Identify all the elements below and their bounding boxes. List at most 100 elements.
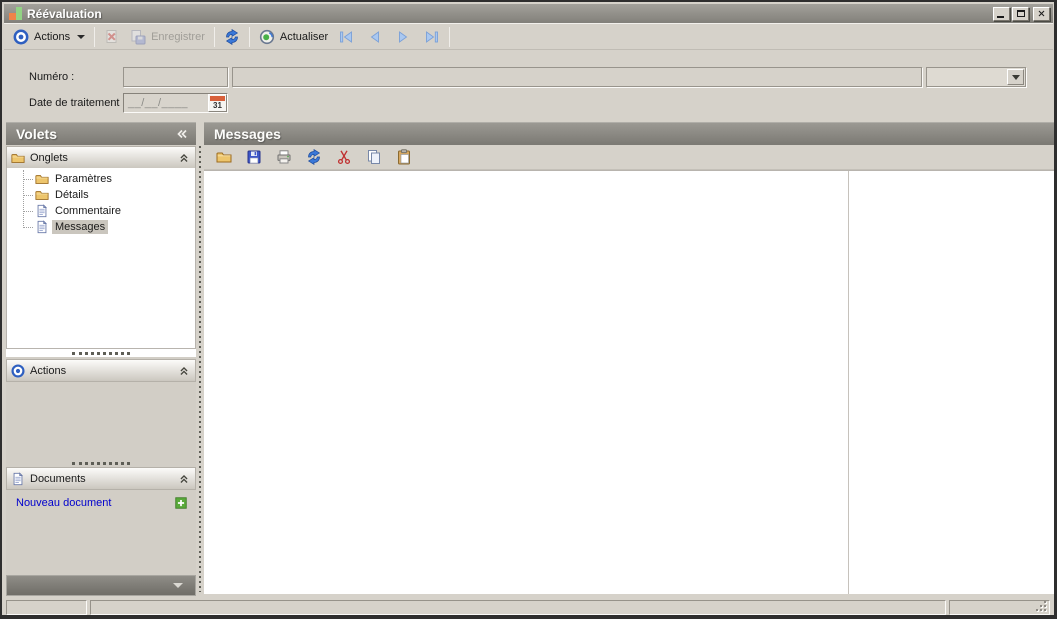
copy-button[interactable] [364,147,384,167]
status-cell-left [6,600,87,615]
actions-menu-label: Actions [34,30,71,43]
save-icon [130,29,146,45]
refresh-icon [224,29,240,45]
collapse-sidebar-icon[interactable] [174,126,190,142]
messages-panel-header: Messages [204,122,1054,145]
numero-description-input[interactable] [232,67,922,87]
combobox-dropdown-button[interactable] [1007,69,1024,85]
record-header-form: Numéro : Date de traitement : __/__/____… [4,51,1053,118]
status-bar [4,599,1053,615]
resize-grip[interactable] [1036,601,1047,612]
volets-panel-header: Volets [6,122,196,145]
document-icon [35,204,49,218]
maximize-button[interactable] [1012,6,1029,21]
new-document-link[interactable]: Nouveau document [16,497,111,509]
onglets-tree: Paramètres Détails Commentaire Messages [6,168,196,349]
tree-item-label-selected: Messages [52,220,109,234]
nav-first-button[interactable] [333,25,361,48]
volets-sidebar: Volets Onglets Paramètres Détails Commen… [6,122,196,596]
combobox-value [927,68,1006,86]
minimize-icon [997,15,1004,18]
collapsed-panel-bar[interactable] [6,575,196,596]
calendar-icon [210,96,225,101]
tree-item-details[interactable]: Détails [7,187,195,203]
window-title: Réévaluation [27,6,102,21]
section-header-documents[interactable]: Documents [6,467,196,490]
date-mask: __/__/____ [128,97,189,109]
documents-section-label: Documents [30,472,86,485]
toolbar-separator [449,26,451,47]
close-button[interactable] [1033,6,1050,21]
main-toolbar: Actions Enregistrer Actualiser [4,23,1053,50]
delete-icon [104,29,120,45]
panel-splitter[interactable] [198,146,201,592]
tree-item-parametres[interactable]: Paramètres [7,171,195,187]
refresh-icon [306,149,322,165]
folder-icon [11,151,25,165]
header-combobox[interactable] [926,67,1026,87]
numero-label: Numéro : [29,71,75,83]
numero-input[interactable] [123,67,228,87]
content-column-divider [848,171,849,594]
collapse-section-icon[interactable] [177,472,191,486]
minimize-button[interactable] [993,6,1010,21]
actualiser-icon [259,29,275,45]
save-button[interactable] [244,147,264,167]
target-icon [13,29,29,45]
actions-section-label: Actions [30,364,67,377]
nav-first-icon [338,29,356,45]
nav-previous-button[interactable] [361,25,389,48]
tree-item-messages[interactable]: Messages [7,219,195,235]
collapse-section-icon[interactable] [177,151,191,165]
nav-previous-icon [366,29,384,45]
actualiser-button[interactable]: Actualiser [254,25,333,48]
tree-item-commentaire[interactable]: Commentaire [7,203,195,219]
maximize-icon [1016,10,1025,17]
actualiser-label: Actualiser [279,30,329,43]
target-icon [11,364,25,378]
tree-item-label: Détails [55,189,89,201]
messages-title: Messages [214,126,281,142]
nav-next-icon [394,29,412,45]
collapse-section-icon[interactable] [177,364,191,378]
nav-next-button[interactable] [389,25,417,48]
toolbar-separator [213,26,215,47]
title-bar[interactable]: Réévaluation [4,4,1053,23]
section-header-actions[interactable]: Actions [6,359,196,382]
delete-button[interactable] [99,25,125,48]
refresh-button[interactable] [304,147,324,167]
save-record-button[interactable]: Enregistrer [125,25,210,48]
volets-title: Volets [16,126,57,142]
calendar-day: 31 [213,101,222,110]
date-traitement-input[interactable]: __/__/____ 31 [123,93,228,113]
nav-last-button[interactable] [417,25,445,48]
paste-icon [396,149,412,165]
nav-last-icon [422,29,440,45]
cut-button[interactable] [334,147,354,167]
cut-icon [336,149,352,165]
tree-item-label: Commentaire [55,205,122,217]
calendar-picker-button[interactable]: 31 [208,94,227,112]
open-folder-icon [216,149,232,165]
sidebar-splitter[interactable] [6,459,196,467]
sidebar-splitter[interactable] [6,349,196,357]
actions-menu-button[interactable]: Actions [8,25,90,48]
add-document-icon[interactable] [174,496,188,510]
save-record-label: Enregistrer [151,30,205,43]
chevron-down-icon [1011,74,1020,80]
print-button[interactable] [274,147,294,167]
paste-button[interactable] [394,147,414,167]
status-cell-middle [90,600,946,615]
chevron-down-icon [77,34,86,39]
toolbar-separator [248,26,250,47]
tree-item-label: Paramètres [55,173,112,185]
refresh-button[interactable] [219,25,245,48]
messages-toolbar [204,145,1054,170]
open-folder-button[interactable] [214,147,234,167]
messages-content-area[interactable] [204,170,1054,594]
save-icon [246,149,262,165]
chevron-down-icon [173,583,183,588]
section-header-onglets[interactable]: Onglets [6,146,196,169]
new-document-row: Nouveau document [6,494,196,512]
onglets-section-label: Onglets [30,151,68,164]
